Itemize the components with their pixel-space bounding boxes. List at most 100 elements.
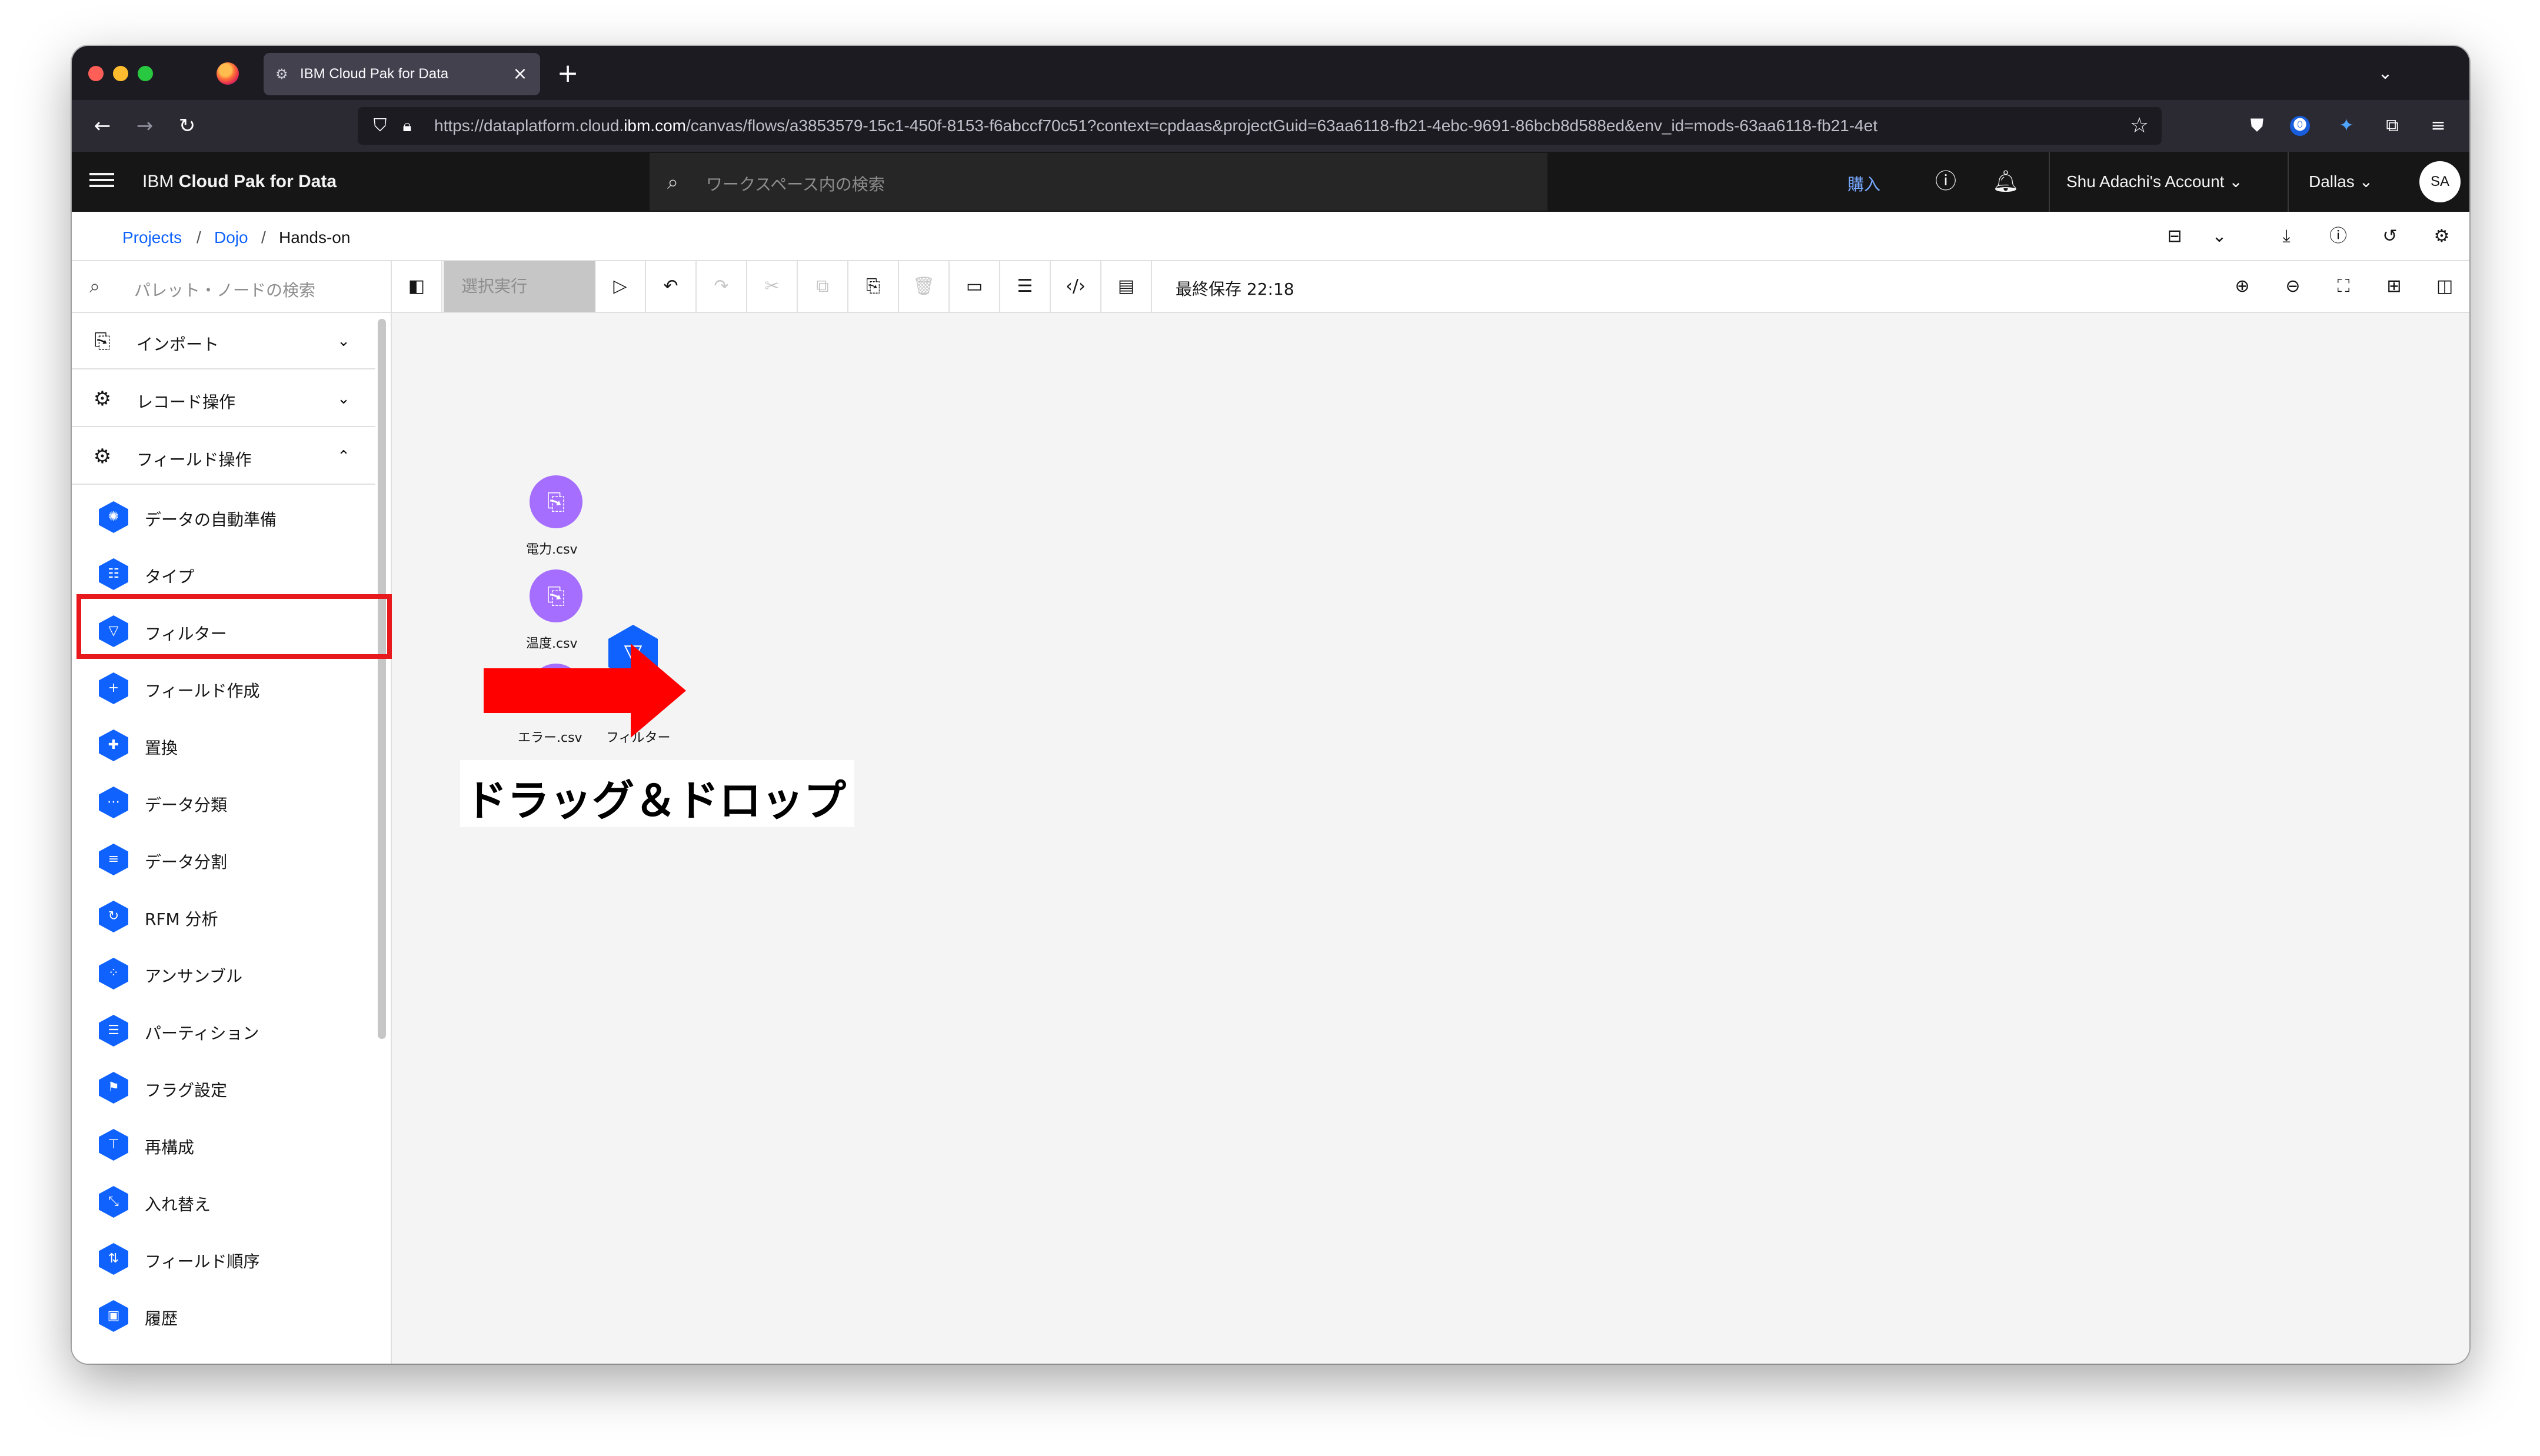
outputs-icon[interactable]: ▤: [1101, 261, 1152, 312]
run-icon[interactable]: ▷: [595, 261, 646, 312]
undo-icon[interactable]: ↶: [646, 261, 697, 312]
user-avatar[interactable]: SA: [2419, 161, 2461, 202]
toggle-palette-icon[interactable]: ◧: [392, 261, 442, 312]
palette-node-type[interactable]: ☷ タイプ: [72, 544, 375, 601]
forward-arrow-icon[interactable]: →: [131, 112, 159, 140]
notification-bell-icon[interactable]: 🔔︎: [1992, 168, 2019, 195]
firefox-icon[interactable]: [217, 62, 239, 85]
menu-icon[interactable]: ≡: [2424, 112, 2452, 140]
product-name[interactable]: IBM Cloud Pak for Data: [142, 172, 337, 192]
close-tab-icon[interactable]: ×: [508, 62, 532, 86]
node-label: フィールド順序: [145, 1252, 260, 1271]
palette-scrollbar[interactable]: [378, 319, 386, 1039]
side-panel-icon[interactable]: ◫: [2430, 272, 2459, 301]
back-arrow-icon[interactable]: ←: [88, 112, 116, 140]
history-icon[interactable]: ↺: [2377, 224, 2403, 249]
flow-settings-chevron-down-icon[interactable]: ⌄: [2206, 224, 2232, 249]
palette-node-filler[interactable]: ✚ 置換: [72, 715, 375, 772]
extension-icon[interactable]: ✦: [2332, 112, 2361, 140]
download-icon[interactable]: ⤓: [2273, 224, 2299, 249]
import-file-icon: ⎘: [547, 489, 565, 515]
settings-icon[interactable]: ⚙: [2429, 224, 2455, 249]
drag-arrow: [484, 644, 686, 738]
history-icon: ▣: [99, 1300, 128, 1332]
tab-strip: ⚙ IBM Cloud Pak for Data × + ⌄: [72, 46, 2469, 100]
redo-icon[interactable]: ↷: [697, 261, 747, 312]
flow-canvas[interactable]: ⎘ 電力.csv ⎘ 温度.csv エラー.csv ▽ フィルター: [392, 313, 2469, 1364]
run-selection-button[interactable]: 選択実行: [444, 261, 595, 312]
palette-node-transpose[interactable]: ⤡ 入れ替え: [72, 1172, 375, 1229]
buy-link[interactable]: 購入: [1847, 172, 1880, 195]
information-icon[interactable]: ⓘ: [2325, 224, 2351, 249]
node-label: 電力.csv: [526, 542, 578, 557]
browser-tab[interactable]: ⚙ IBM Cloud Pak for Data ×: [264, 53, 540, 95]
browser-window: ⚙ IBM Cloud Pak for Data × + ⌄ ← → ↻ ⛉ 🔒…: [72, 46, 2469, 1364]
search-icon: ⌕: [89, 275, 100, 297]
palette-node-ensemble[interactable]: ⁘ アンサンブル: [72, 944, 375, 1001]
node-label: フラグ設定: [145, 1081, 228, 1100]
drag-and-drop-annotation: ドラッグ＆ドロップ: [460, 760, 854, 827]
delete-icon[interactable]: 🗑︎: [899, 261, 950, 312]
palette-node-partition[interactable]: ☰ パーティション: [72, 1001, 375, 1058]
data-split-icon: ≡: [99, 844, 128, 875]
new-tab-button[interactable]: +: [553, 59, 582, 88]
lock-icon[interactable]: 🔒︎: [397, 115, 418, 136]
flow-properties-icon[interactable]: ☰: [1000, 261, 1051, 312]
flow-settings-icon[interactable]: ⊟: [2162, 224, 2188, 249]
minimize-window-button[interactable]: [113, 66, 128, 81]
zoom-in-icon[interactable]: ⊕: [2228, 272, 2257, 301]
palette-node-field-reorder[interactable]: ⇅ フィールド順序: [72, 1229, 375, 1286]
restructure-icon: ⊤: [99, 1129, 128, 1161]
palette-node-data-split[interactable]: ≡ データ分割: [72, 829, 375, 887]
url-text[interactable]: https://dataplatform.cloud.ibm.com/canva…: [434, 116, 2035, 135]
password-manager-icon[interactable]: ⓿: [2290, 116, 2310, 136]
palette-section-import[interactable]: ⎘ インポート ⌄: [72, 313, 375, 369]
bookmark-star-icon[interactable]: ☆: [2128, 114, 2151, 138]
palette-node-binning[interactable]: ⋯ データ分類: [72, 772, 375, 829]
annotation-text: ドラッグ＆ドロップ: [465, 776, 847, 825]
breadcrumb-projects[interactable]: Projects: [122, 228, 182, 247]
paste-icon[interactable]: ⎘: [848, 261, 899, 312]
palette-search-input[interactable]: ⌕ パレット・ノードの検索: [72, 261, 392, 312]
pocket-icon[interactable]: ⛊: [2243, 112, 2271, 140]
tab-title: IBM Cloud Pak for Data: [300, 66, 449, 82]
palette-node-restructure[interactable]: ⊤ 再構成: [72, 1115, 375, 1172]
global-search-input[interactable]: ⌕ ワークスペース内の検索: [650, 153, 1547, 211]
tab-favicon-icon: ⚙: [275, 66, 288, 82]
account-switcher[interactable]: Shu Adachi's Account ⌄: [2066, 172, 2243, 191]
palette-node-auto-data-prep[interactable]: ✺ データの自動準備: [72, 487, 375, 544]
tracking-shield-icon[interactable]: ⛉: [369, 115, 391, 136]
hamburger-menu-icon[interactable]: [89, 169, 114, 194]
import-node-temperature-csv[interactable]: ⎘: [530, 569, 582, 622]
palette-node-history[interactable]: ▣ 履歴: [72, 1286, 375, 1343]
region-switcher[interactable]: Dallas ⌄: [2309, 172, 2373, 191]
palette-section-record-ops[interactable]: ⚙ レコード操作 ⌄: [72, 371, 375, 427]
close-window-button[interactable]: [88, 66, 104, 81]
url-field[interactable]: ⛉ 🔒︎ https://dataplatform.cloud.ibm.com/…: [358, 107, 2162, 145]
palette-section-field-ops[interactable]: ⚙ フィールド操作 ⌃: [72, 428, 375, 485]
copy-icon[interactable]: ⧉: [798, 261, 848, 312]
palette-node-rfm-analysis[interactable]: ↻ RFM 分析: [72, 887, 375, 944]
import-file-icon: ⎘: [547, 583, 565, 609]
fit-to-screen-icon[interactable]: ⛶: [2329, 272, 2358, 301]
help-icon[interactable]: ⓘ: [1932, 168, 1959, 195]
palette-node-derive[interactable]: + フィールド作成: [72, 658, 375, 715]
chevron-up-icon: ⌃: [337, 448, 350, 465]
cut-icon[interactable]: ✂: [747, 261, 798, 312]
node-label: 再構成: [145, 1138, 195, 1157]
comment-icon[interactable]: ▭: [950, 261, 1000, 312]
canvas-toolbar: ⌕ パレット・ノードの検索 ◧ 選択実行 ▷ ↶ ↷ ✂ ⧉ ⎘ 🗑︎ ▭ ☰ …: [72, 261, 2469, 313]
list-tabs-chevron-icon[interactable]: ⌄: [2372, 60, 2399, 87]
navigation-bar: ← → ↻ ⛉ 🔒︎ https://dataplatform.cloud.ib…: [72, 100, 2469, 152]
code-icon[interactable]: ‹/›: [1051, 261, 1101, 312]
minimap-icon[interactable]: ⊞: [2379, 272, 2409, 301]
zoom-window-button[interactable]: [138, 66, 153, 81]
breadcrumb: Projects / Dojo / Hands-on ⊟ ⌄ ⤓ ⓘ ↺ ⚙: [72, 212, 2469, 261]
palette-node-set-to-flag[interactable]: ⚑ フラグ設定: [72, 1058, 375, 1115]
header-divider: [2288, 152, 2289, 212]
reload-icon[interactable]: ↻: [173, 112, 201, 140]
zoom-out-icon[interactable]: ⊖: [2278, 272, 2308, 301]
breadcrumb-dojo[interactable]: Dojo: [214, 228, 248, 247]
import-node-power-csv[interactable]: ⎘: [530, 475, 582, 528]
extensions-puzzle-icon[interactable]: ⧉: [2378, 112, 2406, 140]
